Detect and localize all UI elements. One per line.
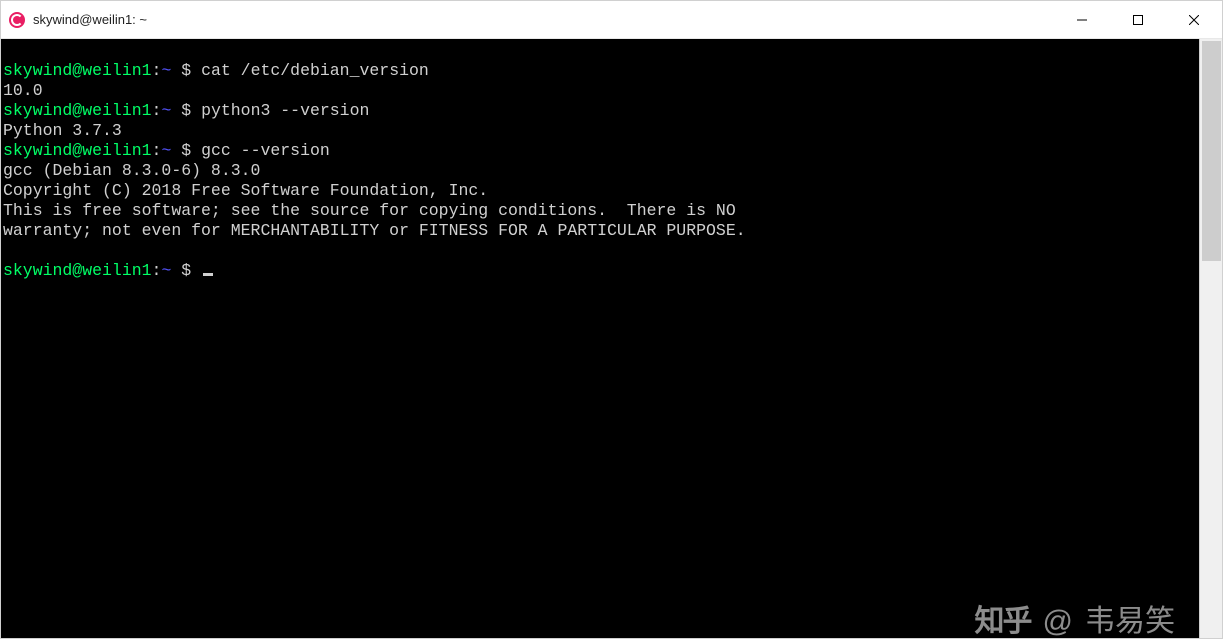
prompt-symbol: $ [171, 141, 201, 160]
close-button[interactable] [1166, 1, 1222, 38]
maximize-icon [1133, 15, 1143, 25]
titlebar: skywind@weilin1: ~ [1, 1, 1222, 39]
output-line: Python 3.7.3 [3, 121, 122, 140]
minimize-button[interactable] [1054, 1, 1110, 38]
command-text: cat /etc/debian_version [201, 61, 429, 80]
watermark: 知乎 @ 韦易笑 [975, 612, 1175, 632]
watermark-author: 韦易笑 [1085, 612, 1175, 632]
prompt-path: ~ [161, 61, 171, 80]
prompt-path: ~ [161, 261, 171, 280]
debian-icon [9, 12, 25, 28]
command-text: python3 --version [201, 101, 369, 120]
prompt-sep: : [152, 141, 162, 160]
output-line: This is free software; see the source fo… [3, 201, 736, 220]
prompt-user: skywind@weilin1 [3, 101, 152, 120]
maximize-button[interactable] [1110, 1, 1166, 38]
window-controls [1054, 1, 1222, 38]
prompt-user: skywind@weilin1 [3, 261, 152, 280]
minimize-icon [1077, 15, 1087, 25]
prompt-user: skywind@weilin1 [3, 61, 152, 80]
prompt-sep: : [152, 61, 162, 80]
app-window: skywind@weilin1: ~ skywind@weilin1:~ $ c… [0, 0, 1223, 639]
prompt-path: ~ [161, 101, 171, 120]
output-line: Copyright (C) 2018 Free Software Foundat… [3, 181, 488, 200]
prompt-symbol: $ [171, 101, 201, 120]
output-line: 10.0 [3, 81, 43, 100]
prompt-symbol: $ [171, 61, 201, 80]
terminal-container: skywind@weilin1:~ $ cat /etc/debian_vers… [1, 39, 1222, 638]
prompt-user: skywind@weilin1 [3, 141, 152, 160]
terminal[interactable]: skywind@weilin1:~ $ cat /etc/debian_vers… [1, 39, 1199, 638]
prompt-path: ~ [161, 141, 171, 160]
window-title: skywind@weilin1: ~ [33, 12, 1054, 27]
zhihu-logo: 知乎 [975, 612, 1031, 632]
cursor [203, 273, 213, 276]
close-icon [1189, 15, 1199, 25]
prompt-sep: : [152, 261, 162, 280]
output-line: warranty; not even for MERCHANTABILITY o… [3, 221, 746, 240]
command-text: gcc --version [201, 141, 330, 160]
scrollbar-thumb[interactable] [1202, 41, 1221, 261]
prompt-symbol: $ [171, 261, 201, 280]
prompt-sep: : [152, 101, 162, 120]
scrollbar[interactable] [1199, 39, 1222, 638]
output-line: gcc (Debian 8.3.0-6) 8.3.0 [3, 161, 260, 180]
watermark-at: @ [1043, 612, 1073, 632]
